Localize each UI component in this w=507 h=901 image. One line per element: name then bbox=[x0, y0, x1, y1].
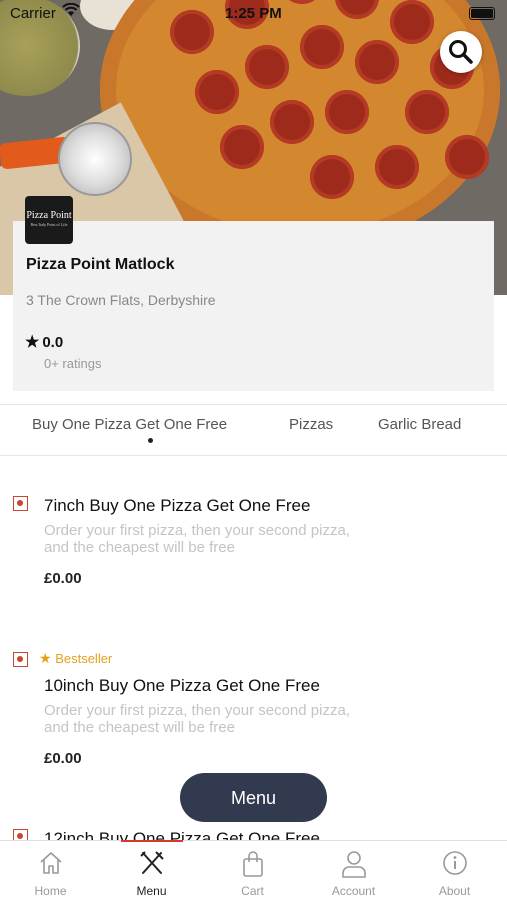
tab-home[interactable]: Home bbox=[0, 841, 101, 901]
selected-tab-indicator bbox=[148, 438, 153, 443]
restaurant-address: 3 The Crown Flats, Derbyshire bbox=[26, 292, 216, 308]
bottom-tab-bar: Home Menu Cart Account About bbox=[0, 840, 507, 901]
info-icon bbox=[443, 851, 467, 875]
item-price: £0.00 bbox=[44, 750, 82, 767]
veg-indicator-icon bbox=[13, 652, 28, 667]
veg-indicator-icon bbox=[13, 496, 28, 511]
search-button[interactable] bbox=[440, 31, 482, 73]
menu-item[interactable]: ★ Bestseller 10inch Buy One Pizza Get On… bbox=[0, 640, 507, 770]
menu-item[interactable]: 7inch Buy One Pizza Get One Free Order y… bbox=[0, 480, 507, 600]
tab-label: About bbox=[438, 884, 471, 898]
tab-label: Account bbox=[331, 884, 376, 898]
tab-buy-one-get-one[interactable]: Buy One Pizza Get One Free bbox=[32, 416, 227, 433]
ratings-count: 0+ ratings bbox=[44, 356, 102, 371]
item-description: Order your first pizza, then your second… bbox=[44, 522, 350, 556]
tab-pizzas[interactable]: Pizzas bbox=[289, 416, 333, 433]
wifi-icon bbox=[62, 3, 80, 16]
carrier-label: Carrier bbox=[10, 5, 56, 22]
tab-account[interactable]: Account bbox=[303, 841, 404, 901]
restaurant-logo: Pizza Point Best Italy Point of Life bbox=[25, 196, 73, 244]
search-icon bbox=[449, 40, 473, 64]
shopping-bag-icon bbox=[243, 851, 263, 877]
tab-garlic-bread[interactable]: Garlic Bread bbox=[378, 416, 461, 433]
status-bar: Carrier 1:25 PM bbox=[0, 0, 507, 28]
tab-label: Home bbox=[34, 884, 67, 898]
item-title: 10inch Buy One Pizza Get One Free bbox=[44, 676, 320, 695]
tab-label: Cart bbox=[241, 884, 264, 898]
tab-about[interactable]: About bbox=[404, 841, 505, 901]
tab-label: Menu bbox=[136, 884, 167, 898]
battery-icon bbox=[469, 7, 495, 20]
veg-indicator-icon bbox=[13, 829, 28, 840]
restaurant-info-card: Pizza Point Best Italy Point of Life Piz… bbox=[13, 196, 494, 391]
pizza-cutter-wheel bbox=[58, 122, 132, 196]
tab-cart[interactable]: Cart bbox=[202, 841, 303, 901]
restaurant-name: Pizza Point Matlock bbox=[26, 256, 175, 273]
star-icon: ★ bbox=[39, 650, 52, 666]
home-icon bbox=[40, 852, 62, 874]
item-description: Order your first pizza, then your second… bbox=[44, 702, 350, 736]
item-price: £0.00 bbox=[44, 570, 82, 587]
bestseller-badge: ★ Bestseller bbox=[39, 650, 113, 666]
active-tab-indicator bbox=[121, 840, 183, 842]
item-title: 7inch Buy One Pizza Get One Free bbox=[44, 496, 311, 515]
person-icon bbox=[342, 851, 366, 878]
category-tabs: Buy One Pizza Get One Free Pizzas Garlic… bbox=[0, 404, 507, 456]
fork-knife-icon bbox=[140, 851, 164, 874]
star-icon: ★ bbox=[25, 334, 40, 351]
tab-menu[interactable]: Menu bbox=[101, 841, 202, 901]
item-title: 12inch Buy One Pizza Get One Free bbox=[44, 829, 320, 840]
status-time: 1:25 PM bbox=[225, 5, 282, 22]
rating-value: ★ 0.0 bbox=[25, 334, 64, 351]
menu-button[interactable]: Menu bbox=[180, 773, 327, 822]
